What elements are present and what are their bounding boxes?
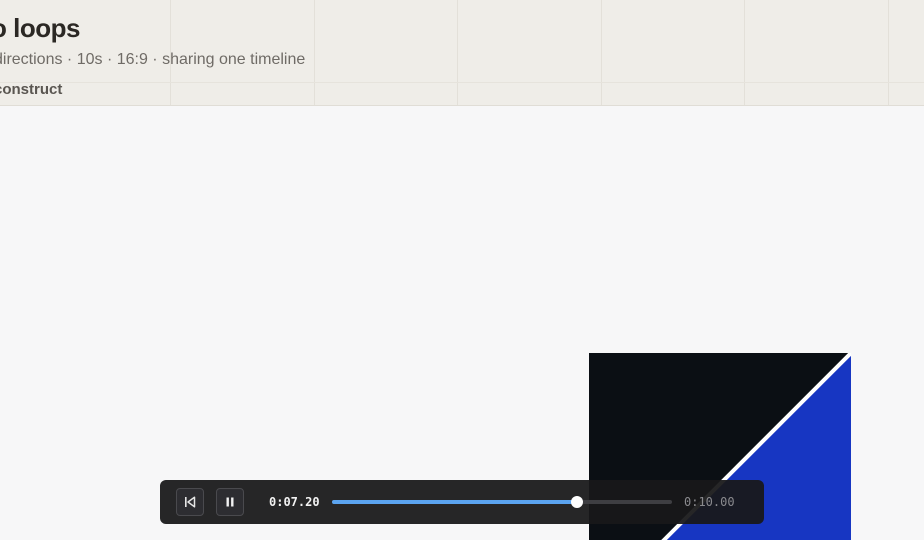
skip-to-start-icon [185, 496, 196, 508]
current-time: 0:07.20 [269, 495, 320, 509]
page-title: o loops [0, 13, 80, 43]
duration-time: 0:10.00 [684, 495, 735, 509]
page-header: o loops directions · 10s · 16:9 · sharin… [0, 0, 924, 106]
pause-button[interactable] [216, 488, 244, 516]
header-grid-line [314, 0, 315, 105]
scrubber-handle[interactable] [570, 496, 583, 508]
header-grid-line [457, 0, 458, 105]
page-subtitle: directions · 10s · 16:9 · sharing one ti… [0, 51, 306, 68]
progress-fill [332, 500, 577, 504]
breadcrumb: construct [0, 81, 63, 98]
playback-controls: 0:07.20 0:10.00 [160, 480, 764, 524]
header-grid-line [744, 0, 745, 105]
header-grid-line [601, 0, 602, 105]
progress-track[interactable] [332, 496, 672, 508]
header-grid-line [0, 82, 924, 83]
header-grid-line [888, 0, 889, 105]
pause-icon [226, 497, 234, 507]
restart-button[interactable] [176, 488, 204, 516]
